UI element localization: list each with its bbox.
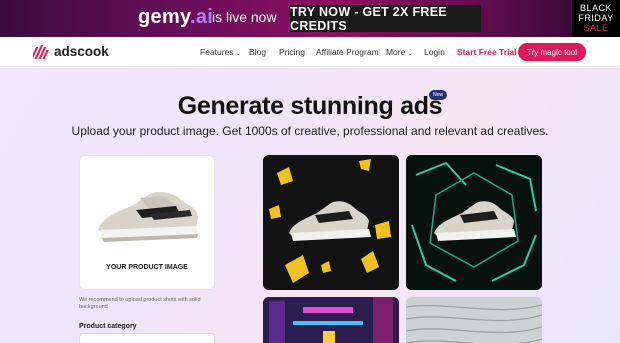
product-image-label: YOUR PRODUCT IMAGE bbox=[106, 264, 188, 271]
ad-creative-3[interactable] bbox=[263, 297, 399, 343]
ad-creative-2[interactable] bbox=[406, 155, 542, 290]
ad-creative-4[interactable] bbox=[406, 297, 542, 343]
hero-subtitle: Upload your product image. Get 1000s of … bbox=[71, 124, 549, 138]
black-friday-badge: BLACK FRIDAY SALE bbox=[572, 0, 620, 37]
ad-creative-image bbox=[263, 297, 399, 343]
nav-pricing[interactable]: Pricing bbox=[279, 47, 305, 57]
ad-creative-image bbox=[406, 155, 542, 290]
try-magic-button[interactable]: Try magic tool bbox=[518, 43, 586, 61]
ad-creative-image bbox=[406, 297, 542, 343]
start-trial-link[interactable]: Start Free Trial bbox=[457, 47, 517, 57]
category-label: Product category bbox=[79, 323, 137, 330]
sneaker-image bbox=[98, 191, 198, 242]
nav-login[interactable]: Login bbox=[424, 47, 445, 57]
upload-note: We recommend to upload product shots wit… bbox=[79, 297, 201, 310]
nav-blog[interactable]: Blog bbox=[249, 47, 266, 57]
ad-creative-1[interactable] bbox=[263, 155, 399, 290]
page-title: Generate stunning ads bbox=[177, 92, 443, 120]
ad-creative-image bbox=[263, 155, 399, 290]
nav-features[interactable]: Features ⌄ bbox=[200, 47, 241, 57]
nav-more[interactable]: More ⌄ bbox=[386, 47, 413, 57]
promo-cta-button[interactable]: TRY NOW - GET 2X FREE CREDITS bbox=[290, 5, 481, 33]
new-badge: New bbox=[429, 90, 447, 100]
logo[interactable]: adscook bbox=[33, 44, 109, 59]
logo-text: adscook bbox=[54, 44, 109, 59]
top-nav: adscook Features ⌄ Blog Pricing Affiliat… bbox=[0, 37, 620, 67]
chevron-down-icon: ⌄ bbox=[235, 51, 241, 57]
product-category-select[interactable] bbox=[79, 333, 215, 343]
promo-brand: gemy.ai bbox=[138, 6, 214, 28]
chevron-down-icon: ⌄ bbox=[407, 51, 413, 57]
product-upload-card[interactable]: YOUR PRODUCT IMAGE bbox=[79, 155, 215, 290]
logo-icon bbox=[33, 44, 49, 59]
nav-affiliate[interactable]: Affiliate Program bbox=[316, 47, 379, 57]
promo-live-text: is live now bbox=[212, 9, 277, 25]
promo-banner[interactable]: gemy.ai is live now TRY NOW - GET 2X FRE… bbox=[0, 0, 620, 37]
